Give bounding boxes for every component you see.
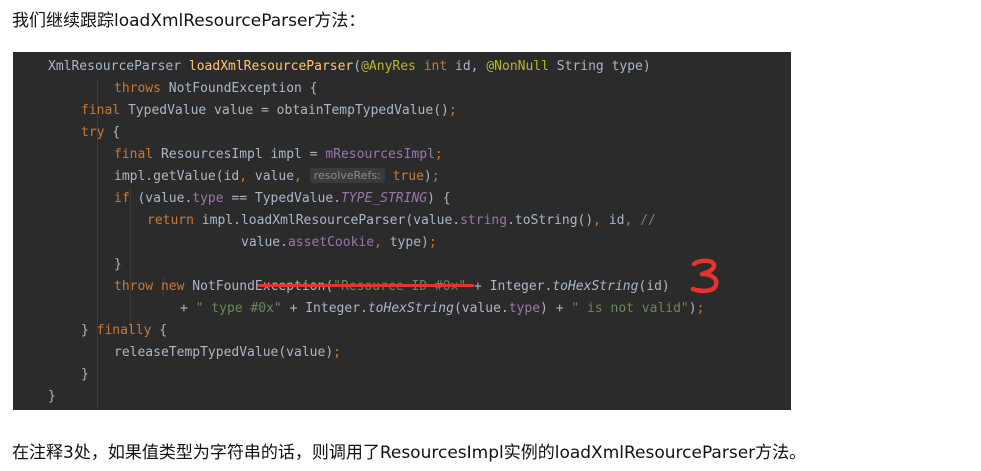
code-line-10: } bbox=[13, 254, 791, 276]
keyword-final: final bbox=[81, 103, 121, 118]
code-line-1: XmlResourceParser loadXmlResourceParser(… bbox=[13, 56, 791, 78]
comma: , bbox=[593, 213, 601, 228]
comma: , bbox=[294, 169, 302, 184]
comma: , bbox=[239, 169, 248, 184]
expr: (value. bbox=[405, 213, 461, 228]
paren: ) bbox=[423, 169, 432, 184]
expr: + Integer. bbox=[466, 279, 553, 294]
static-method-tohexstring: toHexString bbox=[367, 301, 454, 316]
keyword-if: if bbox=[114, 191, 130, 206]
handwritten-number-annotation bbox=[689, 258, 723, 299]
keyword-finally: finally bbox=[96, 323, 152, 338]
closing-brace: } bbox=[114, 257, 122, 272]
code-line-14: releaseTempTypedValue(value); bbox=[13, 342, 791, 364]
expr: .toString() bbox=[507, 213, 594, 228]
param-type: String type) bbox=[548, 59, 651, 74]
brace: { bbox=[151, 323, 168, 338]
expr: (value. bbox=[129, 191, 193, 206]
code-line-9: value.assetCookie, type); bbox=[13, 232, 791, 254]
annotation-nonnull: @NonNull bbox=[486, 59, 549, 74]
semicolon: ; bbox=[333, 345, 341, 360]
keyword-try: try bbox=[81, 125, 105, 140]
code-line-5: final ResourcesImpl impl = mResourcesImp… bbox=[13, 144, 791, 166]
semicolon: ; bbox=[434, 147, 443, 162]
expr: ) { bbox=[427, 191, 451, 206]
keyword-return: return bbox=[147, 213, 194, 228]
expr: (value. bbox=[453, 301, 509, 316]
call: impl.getValue(id bbox=[114, 169, 240, 184]
code-line-2: throws NotFoundException { bbox=[13, 78, 791, 100]
field-string: string bbox=[460, 213, 508, 228]
parameter-hint: resolveRefs: bbox=[309, 168, 385, 183]
method-name: loadXmlResourceParser bbox=[188, 59, 354, 74]
code-line-3: final TypedValue value = obtainTempTyped… bbox=[13, 100, 791, 122]
keyword-true: true bbox=[392, 169, 424, 184]
code-line-7: if (value.type == TypedValue.TYPE_STRING… bbox=[13, 188, 791, 210]
code-block: XmlResourceParser loadXmlResourceParser(… bbox=[13, 56, 791, 408]
semicolon: ; bbox=[448, 103, 457, 118]
code-line-11: throw new NotFoundException("Resource ID… bbox=[13, 276, 791, 298]
expr: + bbox=[180, 301, 196, 316]
paren: ( bbox=[353, 59, 362, 74]
keyword-throws: throws bbox=[114, 81, 161, 96]
expr: == TypedValue. bbox=[223, 191, 341, 206]
param-id: id, bbox=[447, 59, 487, 74]
code-screenshot: XmlResourceParser loadXmlResourceParser(… bbox=[13, 52, 791, 410]
closing-brace: } bbox=[48, 389, 56, 404]
intro-paragraph: 我们继续跟踪loadXmlResourceParser方法： bbox=[12, 11, 366, 31]
expr: impl. bbox=[193, 213, 241, 228]
arg-type: type) bbox=[381, 235, 429, 250]
call: releaseTempTypedValue(value) bbox=[114, 345, 334, 360]
closing-brace: } bbox=[81, 367, 89, 382]
outro-paragraph: 在注释3处，如果值类型为字符串的话，则调用了ResourcesImpl实例的lo… bbox=[12, 443, 807, 463]
exception-name: NotFoundException { bbox=[160, 81, 318, 96]
expr: + Integer. bbox=[281, 301, 368, 316]
code-line-16: } bbox=[13, 386, 791, 408]
handwritten-three-icon bbox=[690, 258, 719, 294]
expr: (id) bbox=[638, 279, 670, 294]
arg-id: id bbox=[601, 213, 625, 228]
keyword-throw: throw bbox=[114, 279, 154, 294]
statement: ResourcesImpl impl = bbox=[153, 147, 326, 162]
method-call-loadxmlresourceparser: loadXmlResourceParser bbox=[240, 213, 406, 228]
keyword-int: int bbox=[415, 59, 448, 74]
string-literal: " is not valid" bbox=[571, 301, 689, 316]
code-line-4: try { bbox=[13, 122, 791, 144]
semicolon: ; bbox=[696, 301, 705, 316]
field-mresourcesimpl: mResourcesImpl bbox=[325, 147, 435, 162]
closing-brace: } bbox=[81, 323, 97, 338]
return-type: XmlResourceParser bbox=[48, 59, 189, 74]
keyword-new: new bbox=[153, 279, 185, 294]
field-type: type bbox=[508, 301, 541, 316]
semicolon: ; bbox=[428, 235, 437, 250]
code-line-13: } finally { bbox=[13, 320, 791, 342]
static-field-type-string: TYPE_STRING bbox=[341, 191, 428, 206]
expr: ) + bbox=[540, 301, 572, 316]
statement: TypedValue value = obtainTempTypedValue(… bbox=[120, 103, 449, 118]
expr: ) bbox=[688, 301, 697, 316]
code-line-8: return impl.loadXmlResourceParser(value.… bbox=[13, 210, 791, 232]
field-assetcookie: assetCookie bbox=[287, 235, 375, 250]
arg-value: value bbox=[247, 169, 295, 184]
comma: , bbox=[374, 235, 382, 250]
code-line-12: + " type #0x" + Integer.toHexString(valu… bbox=[13, 298, 791, 320]
expr: value. bbox=[241, 235, 288, 250]
comment: // bbox=[632, 213, 656, 228]
code-line-6: impl.getValue(id, value, resolveRefs: tr… bbox=[13, 166, 791, 188]
page: 我们继续跟踪loadXmlResourceParser方法： XmlResour… bbox=[0, 0, 981, 471]
string-literal: " type #0x" bbox=[195, 301, 282, 316]
field-type: type bbox=[192, 191, 224, 206]
keyword-final: final bbox=[114, 147, 154, 162]
semicolon: ; bbox=[431, 169, 440, 184]
brace: { bbox=[104, 125, 121, 140]
static-method-tohexstring: toHexString bbox=[552, 279, 639, 294]
red-underline-annotation bbox=[258, 284, 474, 287]
code-line-15: } bbox=[13, 364, 791, 386]
annotation-anyres: @AnyRes bbox=[361, 59, 416, 74]
